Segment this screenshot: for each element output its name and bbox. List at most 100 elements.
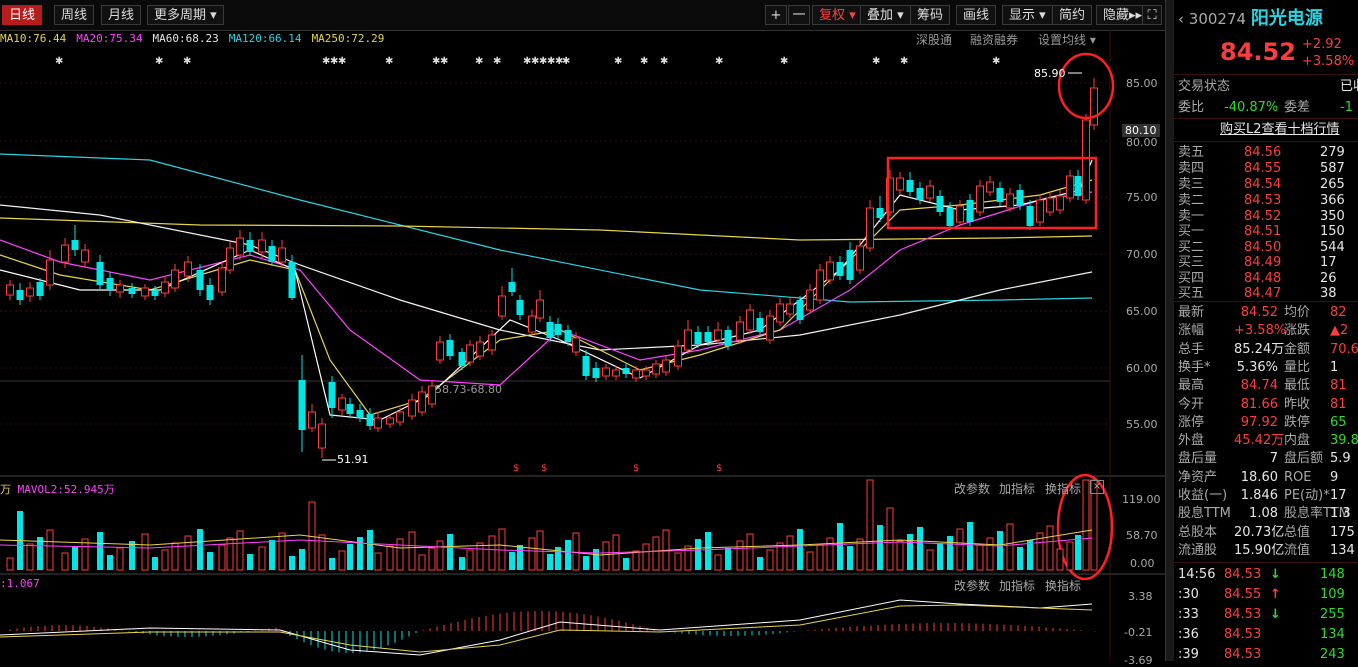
bid-price[interactable]: 84.50 — [1244, 239, 1281, 256]
ask-label: 卖三 — [1178, 177, 1205, 192]
tick-direction-icon: ↓ — [1270, 567, 1281, 582]
event-star-icon: ✱ — [155, 56, 163, 67]
candle-body-up — [141, 287, 149, 297]
candle-body-up — [612, 369, 620, 377]
bid-label: 买三 — [1178, 255, 1205, 270]
tick-price: 84.53 — [1224, 627, 1262, 642]
bid-price[interactable]: 84.49 — [1244, 254, 1281, 271]
stat-label: 盘后额 — [1284, 451, 1324, 467]
candle-body-down — [906, 180, 914, 192]
volume-bar-down — [289, 556, 295, 570]
volume-bar-up — [926, 549, 934, 571]
volume-bar-down — [107, 555, 113, 570]
volume-bar-up — [886, 507, 894, 571]
close-icon[interactable]: × — [1090, 480, 1104, 494]
candle-body-down — [592, 368, 600, 378]
candle-body-up — [116, 284, 124, 293]
candle-body-up — [81, 249, 89, 263]
tick-price: 84.53 — [1224, 567, 1262, 582]
candle-body-down — [1026, 206, 1034, 226]
candle-body-down — [546, 322, 554, 338]
volume-bar-up — [218, 544, 226, 571]
kline-chart[interactable]: ✱ ✱ ✱ ✱ ✱ ✱ ✱ ✱ ✱ ✱ ✱ ✱ ✱ ✱ ✱ ✱✱ ✱ ✱ ✱ ✱ ✱ ✱ ✱ ✱$ $ $ $ — [0, 0, 1165, 661]
stat-label: 涨停 — [1178, 414, 1205, 430]
stat-value: 84.74 — [1240, 378, 1278, 394]
volume-bar-down — [593, 549, 599, 570]
volume-bar-up — [736, 540, 744, 571]
vol-add-indicator[interactable]: 加指标 — [999, 480, 1035, 497]
stat-value: 81 — [1330, 378, 1347, 394]
vol-change-indicator[interactable]: 换指标 — [1045, 480, 1081, 497]
ask-label: 卖二 — [1178, 193, 1205, 208]
event-star-icon: ✱ — [562, 56, 570, 67]
buy-l2-link[interactable]: 购买L2查看十档行情 — [1220, 121, 1340, 138]
candle-body-down — [328, 382, 336, 408]
candle-body-down — [366, 414, 374, 426]
stat-label: 总手 — [1178, 341, 1205, 357]
price-change-pct: +3.58% — [1302, 54, 1355, 69]
candle-body-up — [1056, 195, 1064, 211]
volume-bar-down — [947, 536, 953, 570]
vol-unit: 万 — [0, 483, 11, 496]
price-tick-80: 80.00 — [1126, 136, 1158, 149]
event-star-icon: ✱ — [780, 56, 788, 67]
stat-value: 15.90亿 — [1234, 542, 1285, 558]
candle-body-down — [106, 278, 114, 290]
candle-body-up — [746, 309, 754, 331]
event-star-icon: ✱ — [900, 56, 908, 67]
macd-edit-params[interactable]: 改参数 — [954, 577, 990, 594]
candle-body-up — [436, 341, 444, 361]
ask-price[interactable]: 84.56 — [1244, 144, 1281, 161]
vol-edit-params[interactable]: 改参数 — [954, 480, 990, 497]
volume-bar-up — [258, 546, 266, 571]
volume-bar-down — [197, 529, 203, 570]
candle-body-down — [796, 300, 804, 320]
volume-bar-up — [318, 534, 326, 571]
volume-bar-down — [357, 537, 363, 570]
ma10-line — [0, 179, 1093, 416]
volume-bar-up — [896, 540, 904, 571]
volume-bar-up — [806, 551, 814, 571]
bid-price[interactable]: 84.51 — [1244, 223, 1281, 240]
stock-name: 阳光电源 — [1250, 8, 1323, 29]
candle-body-up — [61, 244, 69, 263]
volume-bar-up — [466, 549, 474, 571]
stat-value: 85.24万 — [1234, 341, 1285, 357]
signal-s-icon: $ — [513, 463, 519, 474]
ask-price[interactable]: 84.53 — [1244, 192, 1281, 209]
volume-bar-down — [447, 534, 453, 570]
bid-price[interactable]: 84.48 — [1244, 270, 1281, 287]
ask-price[interactable]: 84.54 — [1244, 176, 1281, 193]
ask-volume: 366 — [1320, 193, 1345, 208]
candle-body-up — [684, 329, 692, 351]
ask-volume: 279 — [1320, 145, 1345, 160]
candle-body-up — [236, 237, 244, 256]
ask-price[interactable]: 84.55 — [1244, 160, 1281, 177]
bid-label: 买一 — [1178, 224, 1205, 239]
stat-value: 134 — [1330, 542, 1355, 558]
volume-bar-down — [547, 554, 553, 570]
macd-change-indicator[interactable]: 换指标 — [1045, 577, 1081, 594]
volume-bar-up — [1056, 548, 1064, 571]
candle-body-down — [936, 196, 944, 212]
stat-value: 5.9 — [1330, 451, 1351, 467]
candle-body-down — [356, 410, 364, 418]
event-star-icon: ✱ — [385, 56, 393, 67]
volume-legend: 万 MAVOL2:52.945万 — [0, 481, 115, 497]
volume-bar-down — [72, 546, 78, 570]
macd-add-indicator[interactable]: 加指标 — [999, 577, 1035, 594]
candle-body-up — [1006, 193, 1014, 209]
candle-body-down — [724, 330, 732, 346]
bid-price[interactable]: 84.47 — [1244, 285, 1281, 302]
price-tick-55: 55.00 — [1126, 418, 1158, 431]
candle-body-down — [206, 285, 214, 300]
volume-bar-up — [684, 545, 692, 571]
ask-volume: 587 — [1320, 161, 1345, 176]
candle-body-up — [632, 369, 640, 379]
stat-value: 7 — [1269, 451, 1278, 467]
stat-value: 20.73亿 — [1234, 524, 1285, 540]
chevron-left-icon[interactable]: ‹ — [1178, 10, 1184, 28]
volume-bar-up — [396, 538, 404, 571]
stat-label: 流值 — [1284, 542, 1311, 558]
candle-body-up — [736, 321, 744, 341]
